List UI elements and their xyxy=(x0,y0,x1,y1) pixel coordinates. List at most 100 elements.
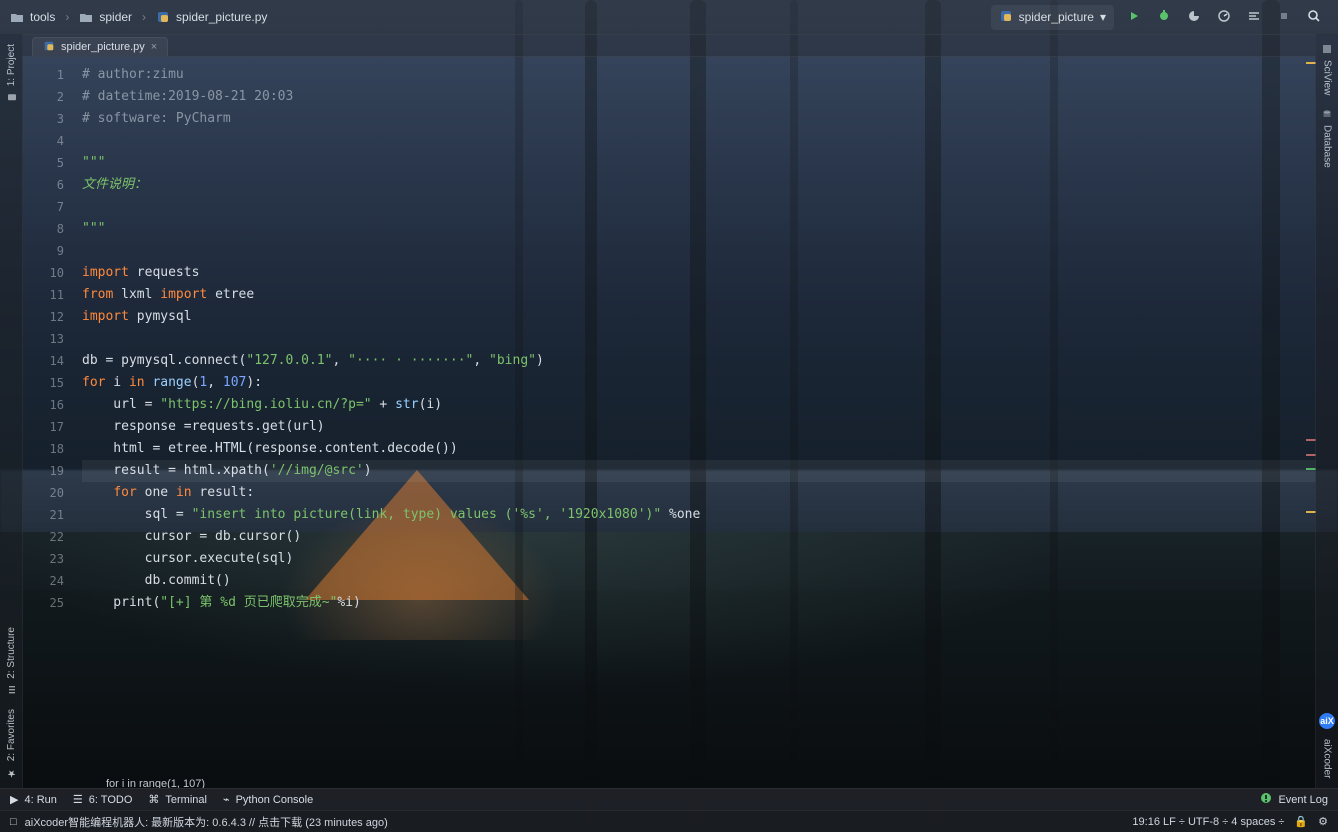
code-line[interactable]: db.commit() xyxy=(82,570,1316,592)
code-token: "[+] 第 %d 页已爬取完成~" xyxy=(160,595,338,610)
code-token: import xyxy=(160,287,208,302)
tool-window-structure[interactable]: 2: Structure xyxy=(6,627,17,695)
code-line[interactable]: # software: PyCharm xyxy=(82,108,1316,130)
code-line[interactable]: import pymysql xyxy=(82,306,1316,328)
code-line[interactable]: cursor = db.cursor() xyxy=(82,526,1316,548)
search-button[interactable] xyxy=(1304,7,1324,27)
tool-window-label: Terminal xyxy=(165,793,207,806)
code-comment: # software: PyCharm xyxy=(82,111,231,126)
code-line[interactable]: from lxml import etree xyxy=(82,284,1316,306)
tool-window-database[interactable]: Database xyxy=(1322,109,1333,168)
code-token: %one xyxy=(661,507,701,522)
profile-button[interactable] xyxy=(1214,7,1234,27)
code-token: range xyxy=(152,375,192,390)
code-token: response =requests.get(url) xyxy=(82,419,325,434)
close-icon[interactable]: × xyxy=(151,41,157,53)
code-token: cursor.execute(sql) xyxy=(82,551,294,566)
code-line[interactable]: db = pymysql.connect("127.0.0.1", "···· … xyxy=(82,350,1316,372)
structure-breadcrumb[interactable]: for i in range(1, 107) xyxy=(106,778,205,788)
coverage-button[interactable] xyxy=(1184,7,1204,27)
code-line[interactable]: print("[+] 第 %d 页已爬取完成~"%i) xyxy=(82,592,1316,614)
run-icon xyxy=(1128,10,1140,25)
line-number: 21 xyxy=(49,508,64,522)
code-line[interactable] xyxy=(82,196,1316,218)
python-run-config-icon xyxy=(999,9,1013,26)
code-line[interactable] xyxy=(82,240,1316,262)
line-number: 24 xyxy=(49,574,64,588)
lock-icon[interactable]: 🔒 xyxy=(1294,815,1308,828)
code-token: "···· · ·······" xyxy=(348,353,474,368)
code-token: "https://bing.ioliu.cn/?p=" xyxy=(160,397,372,412)
build-button[interactable] xyxy=(1244,7,1264,27)
profile-icon xyxy=(1217,9,1231,26)
tool-window-label: aiXcoder xyxy=(1321,738,1333,778)
code-token: "insert into picture(link, type) values … xyxy=(191,507,662,522)
stop-button[interactable] xyxy=(1274,7,1294,27)
docstring: 文件说明： xyxy=(82,177,148,192)
breadcrumb-separator: › xyxy=(65,10,70,24)
code-line[interactable]: response =requests.get(url) xyxy=(82,416,1316,438)
code-area[interactable]: 1 2 3 4 5 6 7 8 9 10 11 12 13 14 15 16 17 18 19 20 21 22 23 24 2… xyxy=(22,56,1316,788)
settings-icon[interactable]: ⚙ xyxy=(1318,815,1328,828)
tool-window-project[interactable]: 1: Project xyxy=(6,44,17,102)
breadcrumb-item-spider[interactable]: spider xyxy=(79,10,132,24)
line-number: 12 xyxy=(49,310,64,324)
code-line[interactable] xyxy=(82,328,1316,350)
editor-tab[interactable]: spider_picture.py × xyxy=(32,37,169,56)
code-line[interactable]: cursor.execute(sql) xyxy=(82,548,1316,570)
right-strip-top: SciView Database xyxy=(1322,44,1333,168)
code-line[interactable]: 文件说明： xyxy=(82,174,1316,196)
code-line[interactable]: """ xyxy=(82,152,1316,174)
python-console-icon: ⌁ xyxy=(222,794,230,806)
tool-window-todo[interactable]: ☰ 6: TODO xyxy=(73,793,132,807)
status-message[interactable]: aiXcoder智能编程机器人: 最新版本为: 0.6.4.3 // 点击下载 … xyxy=(25,814,388,830)
tool-window-python-console[interactable]: ⌁ Python Console xyxy=(222,793,313,807)
right-strip-bottom: aiX aiXcoder xyxy=(1319,712,1335,778)
breadcrumb-item-file[interactable]: spider_picture.py xyxy=(156,10,267,24)
code-lines[interactable]: # author:zimu # datetime:2019-08-21 20:03… xyxy=(82,64,1316,788)
navigation-bar: tools › spider › spider_picture.py spide… xyxy=(0,0,1338,35)
search-icon xyxy=(1307,9,1321,26)
code-line[interactable]: sql = "insert into picture(link, type) v… xyxy=(82,504,1316,526)
status-position-encoding[interactable]: 19:16 LF ÷ UTF-8 ÷ 4 spaces ÷ xyxy=(1132,816,1284,828)
status-icon: □ xyxy=(10,815,17,828)
tool-window-terminal[interactable]: ⌘ Terminal xyxy=(148,793,207,807)
code-token: in xyxy=(128,375,145,390)
status-bar: □ aiXcoder智能编程机器人: 最新版本为: 0.6.4.3 // 点击下… xyxy=(0,810,1338,832)
code-line[interactable]: for i in range(1, 107): xyxy=(82,372,1316,394)
code-line[interactable]: result = html.xpath('//img/@src') xyxy=(82,460,1316,482)
event-log-button[interactable]: Event Log xyxy=(1260,792,1328,807)
debug-button[interactable] xyxy=(1154,7,1174,27)
tool-window-label: Database xyxy=(1321,125,1333,169)
line-number: 22 xyxy=(49,530,64,544)
code-token: result: xyxy=(191,485,255,500)
code-line[interactable]: """ xyxy=(82,218,1316,240)
editor-tab-label: spider_picture.py xyxy=(61,41,145,53)
run-button[interactable] xyxy=(1124,7,1144,27)
code-token: from xyxy=(82,287,114,302)
code-line[interactable]: # datetime:2019-08-21 20:03 xyxy=(82,86,1316,108)
python-file-icon xyxy=(43,40,55,55)
code-token: '//img/@src' xyxy=(269,463,364,478)
tool-window-run[interactable]: ▶ 4: Run xyxy=(10,793,57,807)
line-number: 6 xyxy=(56,178,64,192)
tool-window-sciview[interactable]: SciView xyxy=(1322,44,1333,95)
code-line[interactable] xyxy=(82,130,1316,152)
chevron-down-icon: ▾ xyxy=(1099,10,1106,24)
aixcoder-icon[interactable]: aiX xyxy=(1319,712,1335,729)
tool-window-aixcoder[interactable]: aiXcoder xyxy=(1322,739,1333,778)
run-configuration-selector[interactable]: spider_picture ▾ xyxy=(990,4,1114,30)
code-line[interactable]: url = "https://bing.ioliu.cn/?p=" + str(… xyxy=(82,394,1316,416)
code-token: str xyxy=(395,397,419,412)
code-line[interactable]: import requests xyxy=(82,262,1316,284)
line-number: 7 xyxy=(56,200,64,214)
tool-window-favorites[interactable]: ★ 2: Favorites xyxy=(6,709,17,778)
breadcrumb-item-tools[interactable]: tools xyxy=(10,10,55,24)
code-comment: # author:zimu xyxy=(82,67,184,82)
code-line[interactable]: # author:zimu xyxy=(82,64,1316,86)
code-line[interactable]: html = etree.HTML(response.content.decod… xyxy=(82,438,1316,460)
code-line[interactable]: for one in result: xyxy=(82,482,1316,504)
line-number: 19 xyxy=(49,464,64,478)
left-strip-bottom: 2: Structure ★ 2: Favorites xyxy=(6,627,17,778)
code-token: import xyxy=(82,265,129,280)
